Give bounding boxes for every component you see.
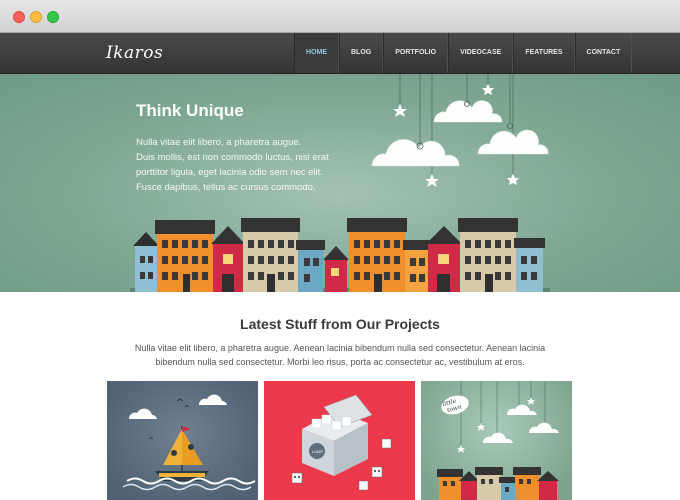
little-town-icon: little town — [437, 381, 559, 500]
nav-item-videocase[interactable]: VIDEOCASE — [448, 33, 514, 73]
hero-title: Think Unique — [136, 101, 244, 120]
projects-heading: Latest Stuff from Our Projects — [240, 316, 440, 332]
hero-text: Nulla vitae elit libero, a pharetra augu… — [136, 135, 346, 195]
project-thumbnail-sailboat[interactable] — [107, 381, 258, 500]
close-window-button[interactable] — [13, 11, 25, 23]
sugar-box-label: LUMP — [312, 449, 323, 454]
zoom-window-button[interactable] — [47, 11, 59, 23]
hero-text-line: porttitor ligula, eget lacinia odio sem … — [136, 167, 323, 178]
browser-window: Ikaros HOME BLOG PORTFOLIO VIDEOCASE FEA… — [0, 0, 680, 500]
hero-text-line: Duis mollis, est non commodo luctus, nis… — [136, 152, 329, 163]
house-icon — [133, 218, 545, 292]
nav-item-portfolio[interactable]: PORTFOLIO — [383, 33, 449, 73]
projects-description-line: bibendum nulla sed consectetur. Morbi le… — [155, 357, 525, 367]
minimize-window-button[interactable] — [30, 11, 42, 23]
project-thumbnail-little-town[interactable]: little town — [421, 381, 572, 500]
nav-item-blog[interactable]: BLOG — [339, 33, 384, 73]
nav-item-contact[interactable]: CONTACT — [574, 33, 633, 73]
hero-text-line: Nulla vitae elit libero, a pharetra augu… — [136, 137, 302, 148]
cloud-icon — [433, 100, 503, 123]
hero-text-line: Fusce dapibus, tellus ac cursus commodo. — [136, 182, 316, 193]
site-navbar: Ikaros HOME BLOG PORTFOLIO VIDEOCASE FEA… — [0, 33, 680, 74]
project-thumbnail-sugar-box[interactable]: LUMP — [264, 381, 415, 500]
site-logo[interactable]: Ikaros — [106, 43, 163, 63]
main-nav: HOME BLOG PORTFOLIO VIDEOCASE FEATURES C… — [294, 33, 633, 73]
cloud-icon — [371, 139, 460, 167]
projects-description-line: Nulla vitae elit libero, a pharetra augu… — [134, 343, 546, 353]
sailboat-icon — [122, 394, 256, 491]
sugar-box-icon: LUMP — [291, 394, 392, 491]
hero-banner: Think Unique Nulla vitae elit libero, a … — [0, 74, 680, 292]
browser-titlebar — [0, 0, 680, 33]
nav-item-features[interactable]: FEATURES — [513, 33, 575, 73]
nav-item-home[interactable]: HOME — [294, 33, 339, 73]
projects-description: Nulla vitae elit libero, a pharetra augu… — [110, 341, 570, 369]
